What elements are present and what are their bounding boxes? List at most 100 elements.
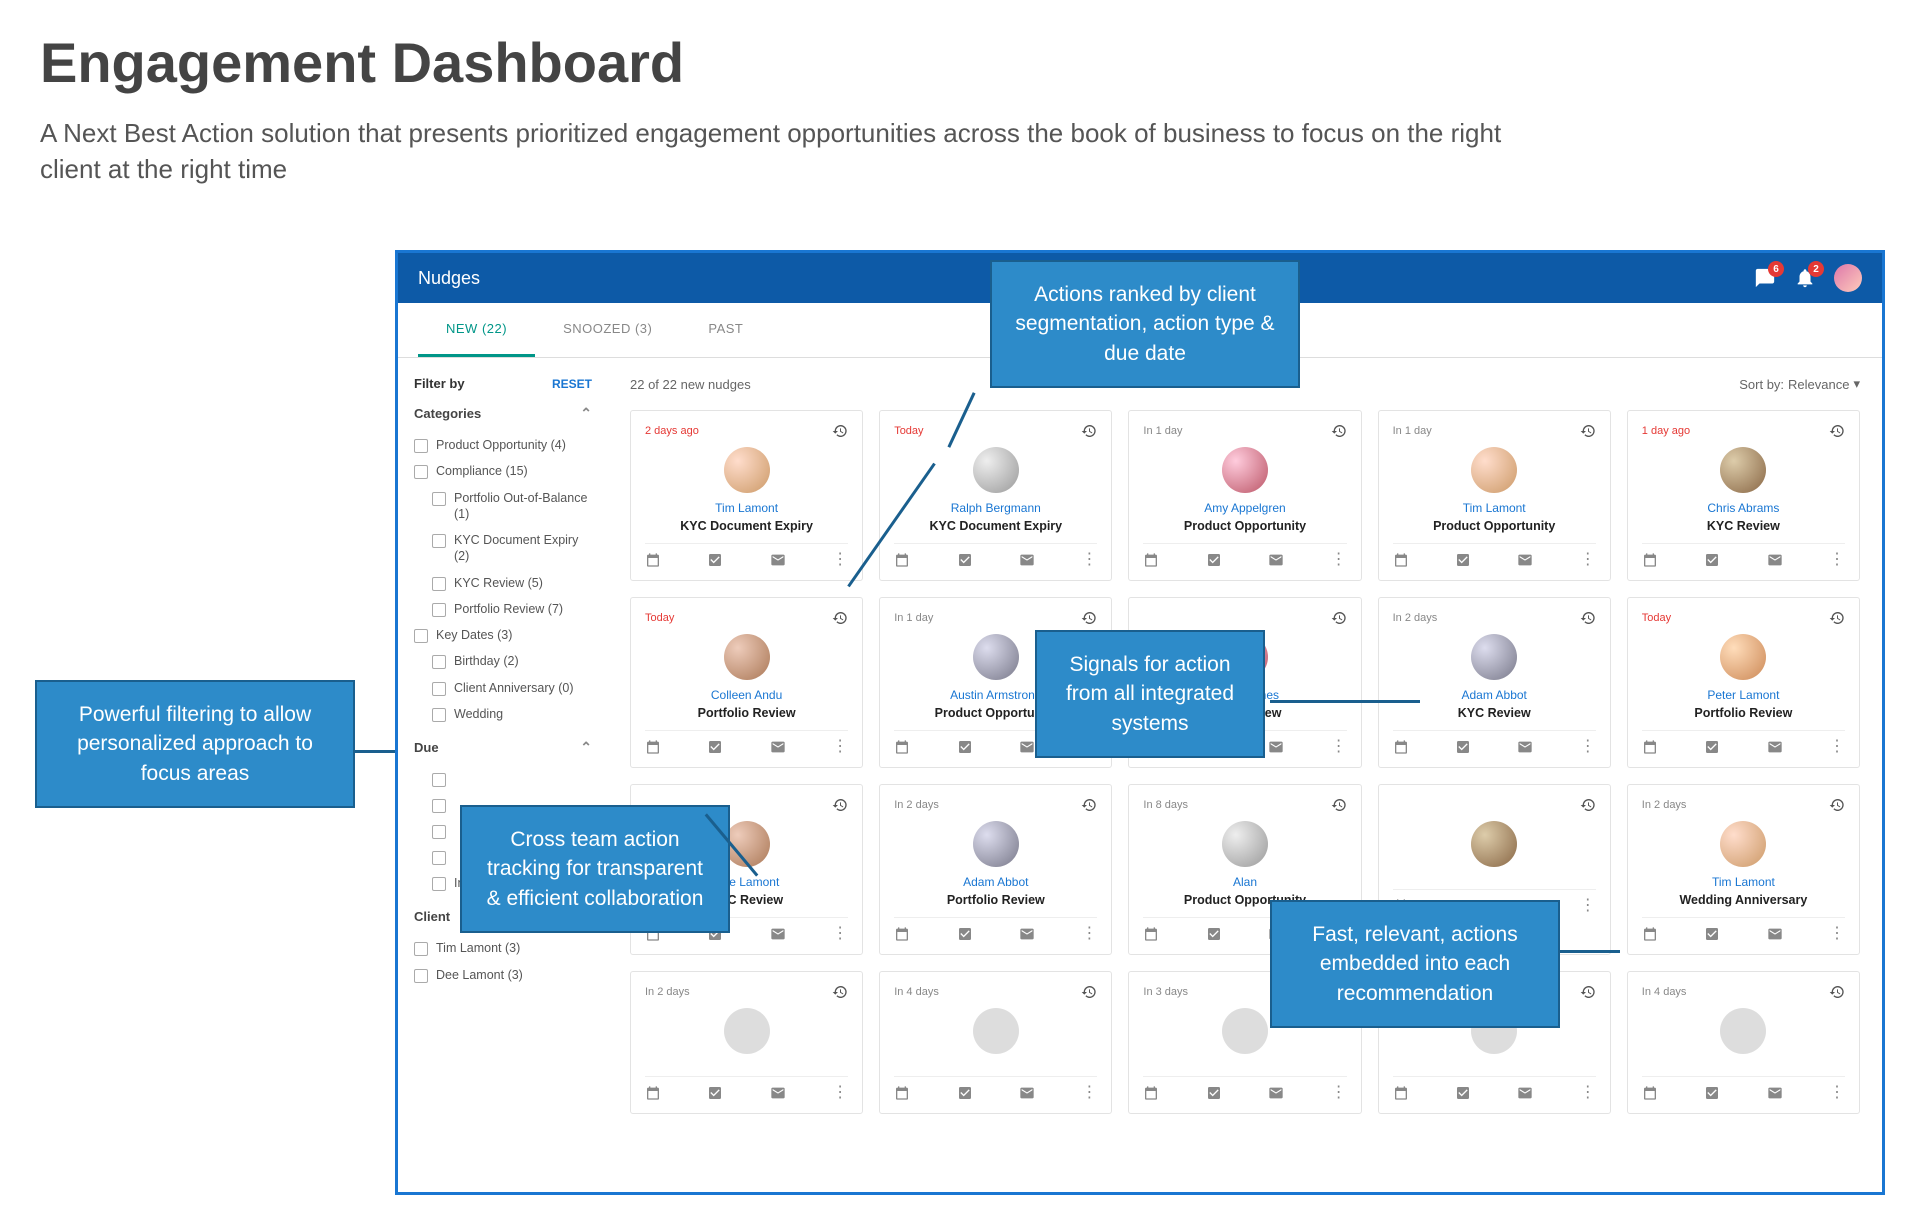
checkbox[interactable]	[432, 603, 446, 617]
filter-item[interactable]: Product Opportunity (4)	[414, 432, 592, 458]
checkbox[interactable]	[432, 708, 446, 722]
nudge-card[interactable]: In 4 days ⋮	[879, 971, 1112, 1114]
task-icon[interactable]	[957, 1085, 973, 1101]
client-name[interactable]: Chris Abrams	[1707, 501, 1779, 515]
task-icon[interactable]	[957, 926, 973, 942]
task-icon[interactable]	[1455, 552, 1471, 568]
checkbox[interactable]	[414, 969, 428, 983]
task-icon[interactable]	[1206, 552, 1222, 568]
more-icon[interactable]: ⋮	[832, 552, 848, 568]
mail-icon[interactable]	[770, 926, 786, 942]
mail-icon[interactable]	[1767, 1085, 1783, 1101]
mail-icon[interactable]	[1767, 926, 1783, 942]
history-icon[interactable]	[1580, 423, 1596, 439]
filter-item[interactable]: Compliance (15)	[414, 458, 592, 484]
history-icon[interactable]	[832, 797, 848, 813]
history-icon[interactable]	[1331, 610, 1347, 626]
more-icon[interactable]: ⋮	[832, 739, 848, 755]
task-icon[interactable]	[707, 739, 723, 755]
history-icon[interactable]	[1081, 797, 1097, 813]
nudge-card[interactable]: Today Peter Lamont Portfolio Review ⋮	[1627, 597, 1860, 768]
history-icon[interactable]	[1829, 610, 1845, 626]
client-name[interactable]: Amy Appelgren	[1204, 501, 1285, 515]
more-icon[interactable]: ⋮	[1331, 552, 1347, 568]
mail-icon[interactable]	[1517, 739, 1533, 755]
history-icon[interactable]	[1081, 423, 1097, 439]
calendar-icon[interactable]	[1143, 1085, 1159, 1101]
mail-icon[interactable]	[770, 739, 786, 755]
more-icon[interactable]: ⋮	[1580, 1085, 1596, 1101]
nudge-card[interactable]: In 2 days Adam Abbot Portfolio Review ⋮	[879, 784, 1112, 955]
mail-icon[interactable]	[1019, 1085, 1035, 1101]
client-name[interactable]: Adam Abbot	[963, 875, 1028, 889]
task-icon[interactable]	[707, 552, 723, 568]
calendar-icon[interactable]	[1642, 552, 1658, 568]
task-icon[interactable]	[1704, 739, 1720, 755]
more-icon[interactable]: ⋮	[832, 926, 848, 942]
client-name[interactable]: Peter Lamont	[1707, 688, 1779, 702]
client-name[interactable]: Tim Lamont	[1463, 501, 1526, 515]
more-icon[interactable]: ⋮	[1081, 552, 1097, 568]
calendar-icon[interactable]	[894, 1085, 910, 1101]
filter-section-categories[interactable]: Categories ⌃	[414, 405, 592, 422]
nudge-card[interactable]: 1 day ago Chris Abrams KYC Review ⋮	[1627, 410, 1860, 581]
mail-icon[interactable]	[1767, 739, 1783, 755]
calendar-icon[interactable]	[894, 739, 910, 755]
calendar-icon[interactable]	[1143, 926, 1159, 942]
checkbox[interactable]	[432, 877, 446, 891]
mail-icon[interactable]	[1517, 1085, 1533, 1101]
history-icon[interactable]	[1829, 423, 1845, 439]
nudge-card[interactable]: 2 days ago Tim Lamont KYC Document Expir…	[630, 410, 863, 581]
mail-icon[interactable]	[1019, 739, 1035, 755]
more-icon[interactable]: ⋮	[1331, 739, 1347, 755]
more-icon[interactable]: ⋮	[1331, 1085, 1347, 1101]
more-icon[interactable]: ⋮	[1081, 1085, 1097, 1101]
history-icon[interactable]	[832, 984, 848, 1000]
more-icon[interactable]: ⋮	[1580, 552, 1596, 568]
more-icon[interactable]: ⋮	[1580, 739, 1596, 755]
user-avatar[interactable]	[1834, 264, 1862, 292]
mail-icon[interactable]	[1019, 926, 1035, 942]
filter-item[interactable]: Client Anniversary (0)	[414, 675, 592, 701]
history-icon[interactable]	[1580, 797, 1596, 813]
nudge-card[interactable]: Today Colleen Andu Portfolio Review ⋮	[630, 597, 863, 768]
filter-item[interactable]: Key Dates (3)	[414, 622, 592, 648]
filter-item[interactable]: Portfolio Out-of-Balance (1)	[414, 485, 592, 528]
client-name[interactable]: Tim Lamont	[715, 501, 778, 515]
calendar-icon[interactable]	[1143, 552, 1159, 568]
client-name[interactable]: Adam Abbot	[1462, 688, 1527, 702]
calendar-icon[interactable]	[894, 926, 910, 942]
history-icon[interactable]	[1331, 797, 1347, 813]
checkbox[interactable]	[414, 942, 428, 956]
filter-item[interactable]: KYC Review (5)	[414, 570, 592, 596]
checkbox[interactable]	[432, 799, 446, 813]
more-icon[interactable]: ⋮	[1829, 926, 1845, 942]
task-icon[interactable]	[957, 739, 973, 755]
filter-item[interactable]: Tim Lamont (3)	[414, 935, 592, 961]
checkbox[interactable]	[432, 492, 446, 506]
history-icon[interactable]	[832, 423, 848, 439]
sort-dropdown[interactable]: Sort by: Relevance ▾	[1739, 376, 1860, 392]
calendar-icon[interactable]	[645, 1085, 661, 1101]
nudge-card[interactable]: In 1 day Tim Lamont Product Opportunity …	[1378, 410, 1611, 581]
task-icon[interactable]	[1455, 1085, 1471, 1101]
more-icon[interactable]: ⋮	[1829, 552, 1845, 568]
checkbox[interactable]	[432, 577, 446, 591]
mail-icon[interactable]	[770, 1085, 786, 1101]
mail-icon[interactable]	[1268, 552, 1284, 568]
checkbox[interactable]	[432, 682, 446, 696]
client-name[interactable]: Alan	[1233, 875, 1257, 889]
nudge-card[interactable]: In 2 days Adam Abbot KYC Review ⋮	[1378, 597, 1611, 768]
task-icon[interactable]	[1704, 926, 1720, 942]
calendar-icon[interactable]	[1393, 1085, 1409, 1101]
filter-item[interactable]: Birthday (2)	[414, 648, 592, 674]
more-icon[interactable]: ⋮	[1580, 898, 1596, 914]
bell-icon[interactable]: 2	[1794, 267, 1816, 289]
checkbox[interactable]	[432, 825, 446, 839]
checkbox[interactable]	[414, 439, 428, 453]
mail-icon[interactable]	[1268, 739, 1284, 755]
checkbox[interactable]	[414, 465, 428, 479]
task-icon[interactable]	[1704, 1085, 1720, 1101]
checkbox[interactable]	[414, 629, 428, 643]
filter-item[interactable]: Dee Lamont (3)	[414, 962, 592, 988]
